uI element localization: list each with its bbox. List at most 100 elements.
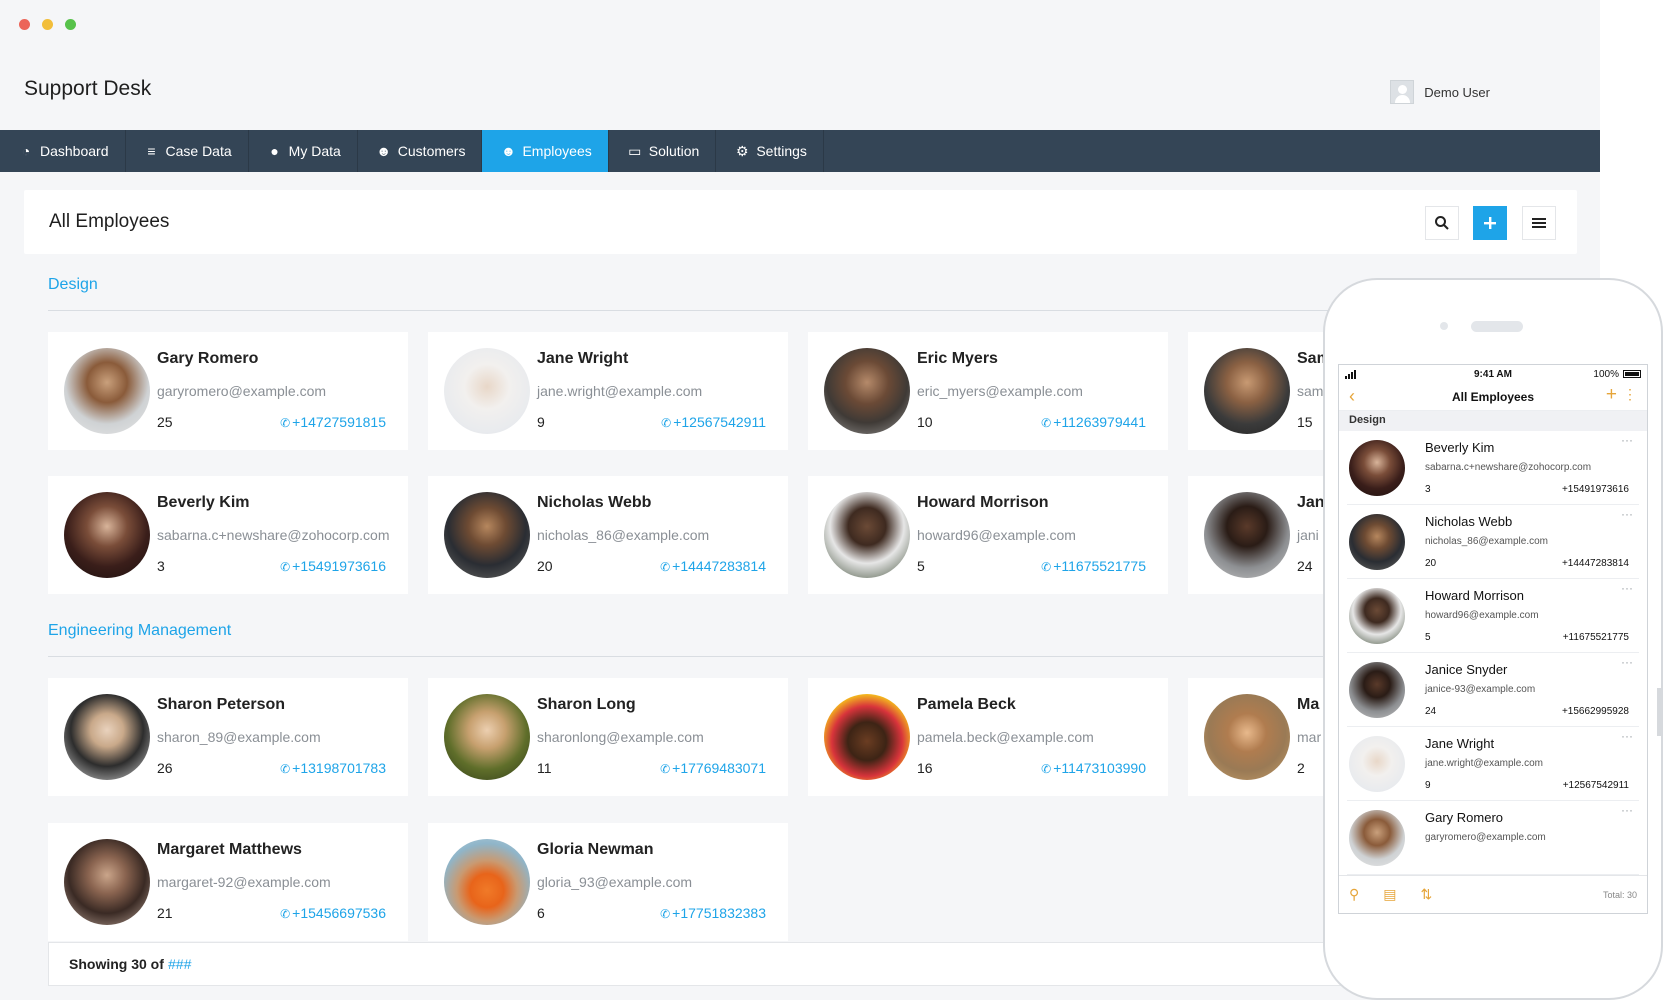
employee-card[interactable]: Nicholas Webb nicholas_86@example.com 20… [428,476,788,594]
employee-email: howard96@example.com [1425,610,1539,621]
more-icon[interactable]: ··· [1621,729,1633,743]
employee-phone-link[interactable]: ✆ +15456697536 [280,905,386,921]
more-icon[interactable]: ··· [1621,803,1633,817]
mobile-toolbar: ⚲ ▤ ⇅ Total: 30 [1339,875,1647,913]
maximize-window-button[interactable] [65,19,76,30]
phone-icon: ✆ [280,907,291,921]
tab-settings[interactable]: ⚙ Settings [716,130,824,172]
employee-name: Nicholas Webb [1425,514,1513,529]
employee-phone-link[interactable]: ✆ +11675521775 [1041,558,1146,574]
avatar [444,694,530,780]
employee-age: 9 [537,414,545,430]
status-bar: 9:41 AM 100% [1339,365,1647,383]
employee-email: sabarna.c+newshare@zohocorp.com [157,527,390,543]
battery-icon [1623,370,1641,378]
list-item[interactable]: Jane Wright jane.wright@example.com 9 +1… [1347,727,1639,801]
list-item[interactable]: Howard Morrison howard96@example.com 5 +… [1347,579,1639,653]
avatar [1349,588,1405,644]
group-icon: ☻ [376,143,392,159]
user-menu[interactable]: Demo User [1390,80,1490,104]
employee-email: sharonlong@example.com [537,729,704,745]
close-window-button[interactable] [19,19,30,30]
tab-dashboard[interactable]: ◔ Dashboard [0,130,126,172]
employee-phone-link[interactable]: ✆ +17769483071 [660,760,766,776]
phone-camera [1440,322,1448,330]
employee-card[interactable]: Jane Wright jane.wright@example.com 9 ✆ +… [428,332,788,450]
screenshot-stage: Support Desk Demo User ◔ Dashboard ≡ Case … [0,0,1670,1000]
search-button[interactable] [1425,206,1459,240]
phone-icon: ✆ [280,762,291,776]
view-toggle-icon[interactable]: ▤ [1383,886,1396,903]
tab-solution[interactable]: ▭ Solution [609,130,717,172]
employee-email: pamela.beck@example.com [917,729,1094,745]
search-icon[interactable]: ⚲ [1349,886,1359,903]
menu-button[interactable] [1522,206,1556,240]
employee-card[interactable]: Sharon Long sharonlong@example.com 11 ✆ +… [428,678,788,796]
minimize-window-button[interactable] [42,19,53,30]
employee-card[interactable]: Gloria Newman gloria_93@example.com 6 ✆ +… [428,823,788,941]
employee-card[interactable]: Eric Myers eric_myers@example.com 10 ✆ +1… [808,332,1168,450]
employee-age: 6 [537,905,545,921]
employee-age: 2 [1297,760,1305,776]
more-icon[interactable]: ··· [1621,655,1633,669]
employee-email: mar [1297,729,1322,745]
mobile-group-header: Design [1339,411,1647,431]
list-item[interactable]: Gary Romero garyromero@example.com ··· [1347,801,1639,875]
tab-label: Solution [648,143,700,159]
employee-age: 24 [1425,706,1437,717]
phone-side-button [1657,688,1661,736]
employee-email: eric_myers@example.com [917,383,1083,399]
database-icon: ≡ [147,143,156,159]
tab-case-data[interactable]: ≡ Case Data [126,130,249,172]
solution-icon: ▭ [628,142,642,159]
more-icon[interactable]: ··· [1621,433,1633,447]
employee-phone-link[interactable]: ✆ +14727591815 [280,414,386,430]
employee-phone-link[interactable]: ✆ +12567542911 [661,414,766,430]
employee-card[interactable]: Pamela Beck pamela.beck@example.com 16 ✆… [808,678,1168,796]
employee-card[interactable]: Gary Romero garyromero@example.com 25 ✆ +… [48,332,408,450]
sort-icon[interactable]: ⇅ [1421,886,1433,903]
list-item[interactable]: Janice Snyder janice-93@example.com 24 +… [1347,653,1639,727]
tab-customers[interactable]: ☻ Customers [358,130,483,172]
employee-email: jane.wright@example.com [1425,758,1543,769]
tab-my-data[interactable]: ● My Data [249,130,358,172]
more-vertical-icon[interactable]: ⋮ [1623,386,1637,403]
employee-phone-link[interactable]: ✆ +13198701783 [280,760,386,776]
employee-card[interactable]: Margaret Matthews margaret-92@example.co… [48,823,408,941]
employee-card[interactable]: Howard Morrison howard96@example.com 5 ✆… [808,476,1168,594]
employee-age: 3 [1425,484,1431,495]
employee-name: Eric Myers [917,350,998,367]
employee-phone-link[interactable]: ✆ +11473103990 [1041,760,1146,776]
user-icon: ● [270,143,279,159]
more-icon[interactable]: ··· [1621,581,1633,595]
employee-phone-link[interactable]: ✆ +17751832383 [660,905,766,921]
employee-phone-link[interactable]: ✆ +11263979441 [1041,414,1146,430]
employees-icon: ☻ [501,143,516,159]
phone-icon: ✆ [1041,560,1052,574]
employee-email: howard96@example.com [917,527,1076,543]
employee-phone-link[interactable]: ✆ +15491973616 [280,558,386,574]
phone-speaker [1471,321,1523,332]
avatar [1349,514,1405,570]
employee-name: Ma [1297,696,1320,713]
employee-email: garyromero@example.com [157,383,327,399]
tab-employees[interactable]: ☻ Employees [482,130,609,172]
avatar [64,839,150,925]
menu-icon [1532,218,1546,228]
list-item[interactable]: Nicholas Webb nicholas_86@example.com 20… [1347,505,1639,579]
add-icon[interactable]: + [1606,384,1617,406]
more-icon[interactable]: ··· [1621,507,1633,521]
mobile-header: ‹ All Employees + ⋮ [1339,383,1647,411]
add-employee-button[interactable] [1473,206,1507,240]
tab-label: Settings [756,143,807,159]
employee-card[interactable]: Beverly Kim sabarna.c+newshare@zohocorp.… [48,476,408,594]
employee-name: Jan [1297,494,1325,511]
avatar [1204,694,1290,780]
page-header-panel: All Employees [24,190,1577,254]
phone-mockup: 9:41 AM 100% ‹ All Employees + ⋮ Design … [1323,278,1663,1000]
employee-phone-link[interactable]: ✆ +14447283814 [660,558,766,574]
employee-name: Gary Romero [157,350,259,367]
list-item[interactable]: Beverly Kim sabarna.c+newshare@zohocorp.… [1347,431,1639,505]
employee-card[interactable]: Sharon Peterson sharon_89@example.com 26… [48,678,408,796]
employee-phone: +14727591815 [292,414,386,430]
